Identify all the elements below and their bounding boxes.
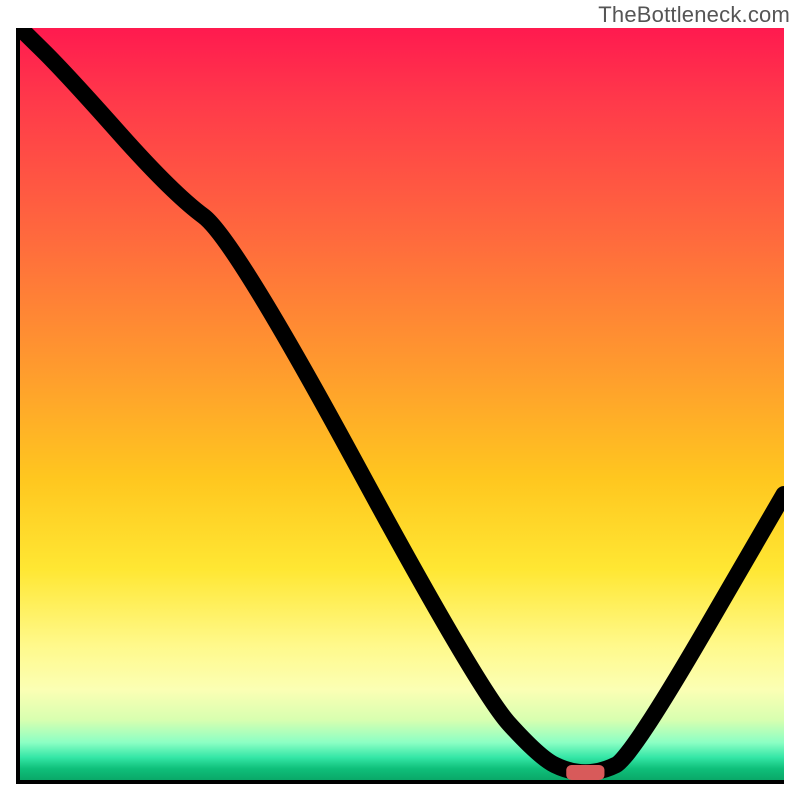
curve-layer bbox=[20, 28, 784, 780]
watermark-text: TheBottleneck.com bbox=[598, 2, 790, 28]
chart-root: TheBottleneck.com bbox=[0, 0, 800, 800]
optimal-point-marker bbox=[566, 765, 604, 780]
plot-area bbox=[16, 28, 784, 784]
bottleneck-curve bbox=[20, 28, 784, 772]
